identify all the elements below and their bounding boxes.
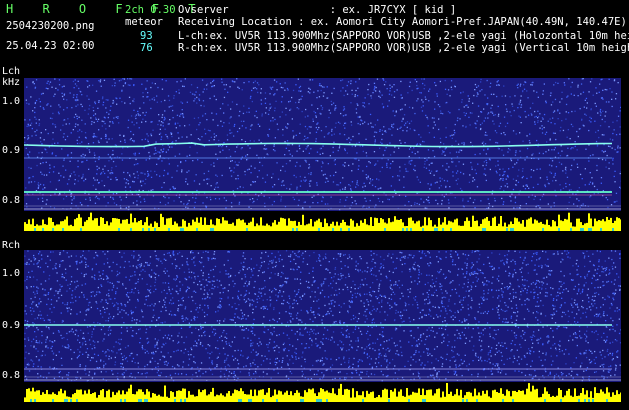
app-logo: H R O F F T — [6, 2, 207, 16]
location-line: Receiving Location : ex. Aomori City Aom… — [178, 16, 627, 28]
rch-config-line: R-ch:ex. UV5R 113.900Mhz(SAPPORO VOR)USB… — [178, 42, 629, 54]
rch-spectrogram — [24, 250, 621, 402]
file-name: 2504230200.png — [6, 20, 95, 32]
mode-label: meteor — [125, 16, 163, 28]
lch-tick-1-0: 1.0 — [2, 96, 21, 107]
khz-unit: kHz — [2, 77, 21, 88]
lch-tick-0-9: 0.9 — [2, 145, 21, 156]
rch-tick-0-9: 0.9 — [2, 320, 21, 331]
count-lch: 93 — [140, 30, 153, 42]
activity-histogram — [24, 211, 621, 231]
rch-tick-1-0: 1.0 — [2, 268, 21, 279]
rch-spectrogram-canvas — [24, 250, 621, 402]
activity-histogram — [24, 382, 621, 402]
rch-label: Rch — [2, 240, 21, 251]
rch-tick-0-8: 0.8 — [2, 370, 21, 381]
lch-spectrogram-canvas — [24, 78, 621, 231]
lch-spectrogram — [24, 78, 621, 231]
lch-tick-0-8: 0.8 — [2, 195, 21, 206]
header-panel: H R O F F T 2ch 0.30 meteor 2504230200.p… — [0, 0, 629, 62]
date-time: 25.04.23 02:00 — [6, 40, 95, 52]
lch-config-line: L-ch:ex. UV5R 113.900Mhz(SAPPORO VOR)USB… — [178, 30, 629, 42]
lch-label: Lch — [2, 66, 21, 77]
observer-line: Ovserver : ex. JR7CYX [ kid ] — [178, 4, 457, 16]
count-rch: 76 — [140, 42, 153, 54]
channel-info: 2ch 0.30 — [125, 4, 176, 16]
